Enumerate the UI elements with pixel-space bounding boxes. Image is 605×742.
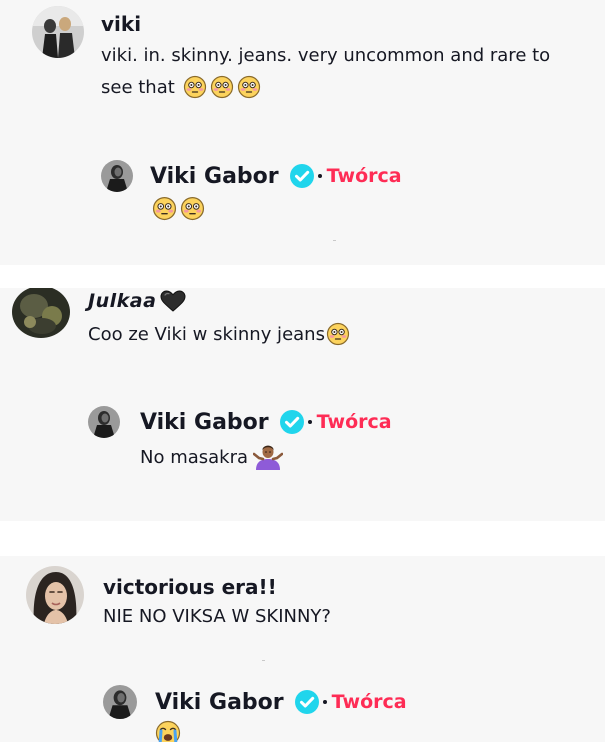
divider <box>262 660 265 661</box>
reply-text <box>152 196 205 221</box>
verified-badge-icon <box>294 689 320 715</box>
person-shrugging-emoji <box>253 444 284 470</box>
reply-text-body: No masakra <box>140 446 249 468</box>
creator-label: Twórca <box>331 691 407 713</box>
reply-author[interactable]: Viki Gabor <box>150 164 279 189</box>
verified-badge-icon <box>279 409 305 435</box>
comment-text: see that <box>101 75 261 99</box>
comment-author-name[interactable]: Julkaa <box>88 290 156 312</box>
comment-text-tail: see that <box>101 76 175 98</box>
reply-avatar[interactable] <box>101 160 133 192</box>
avatar[interactable] <box>32 6 84 58</box>
reply-text <box>155 720 181 742</box>
comment-author[interactable]: victorious era!! <box>103 575 277 599</box>
avatar[interactable] <box>26 566 84 624</box>
comment-card: viki viki. in. skinny. jeans. very uncom… <box>0 0 605 265</box>
reply-author[interactable]: Viki Gabor <box>155 690 284 715</box>
separator-dot <box>307 420 312 424</box>
separator-dot <box>317 174 322 178</box>
creator-label: Twórca <box>326 165 402 187</box>
avatar[interactable] <box>12 288 70 338</box>
comment-author: Julkaa <box>88 290 187 312</box>
loudly-crying-face-emoji <box>155 720 181 742</box>
comment-text: NIE NO VIKSA W SKINNY? <box>103 606 331 627</box>
reply-author[interactable]: Viki Gabor <box>140 410 269 435</box>
divider <box>333 240 336 241</box>
flushed-face-emoji <box>237 75 261 99</box>
comment-card: Julkaa Coo ze Viki w skinny jeans Viki G… <box>0 288 605 521</box>
reply-author-row: Viki Gabor Twórca <box>150 163 402 189</box>
verified-badge-icon <box>289 163 315 189</box>
reply-author-row: Viki Gabor Twórca <box>140 409 392 435</box>
black-heart-emoji <box>159 290 187 312</box>
flushed-face-emoji <box>210 75 234 99</box>
flushed-face-emoji <box>183 75 207 99</box>
separator-dot <box>322 700 327 704</box>
reply-author-row: Viki Gabor Twórca <box>155 689 407 715</box>
flushed-face-emoji <box>180 196 205 221</box>
creator-label: Twórca <box>316 411 392 433</box>
comment-text-body: Coo ze Viki w skinny jeans <box>88 323 325 345</box>
comment-author[interactable]: viki <box>101 12 141 36</box>
reply-avatar[interactable] <box>103 685 137 719</box>
comment-text: Coo ze Viki w skinny jeans <box>88 322 350 346</box>
comment-text: viki. in. skinny. jeans. very uncommon a… <box>101 45 551 66</box>
flushed-face-emoji <box>326 322 350 346</box>
comment-card: victorious era!! NIE NO VIKSA W SKINNY? … <box>0 556 605 742</box>
flushed-face-emoji <box>152 196 177 221</box>
reply-avatar[interactable] <box>88 406 120 438</box>
reply-text: No masakra <box>140 444 284 470</box>
